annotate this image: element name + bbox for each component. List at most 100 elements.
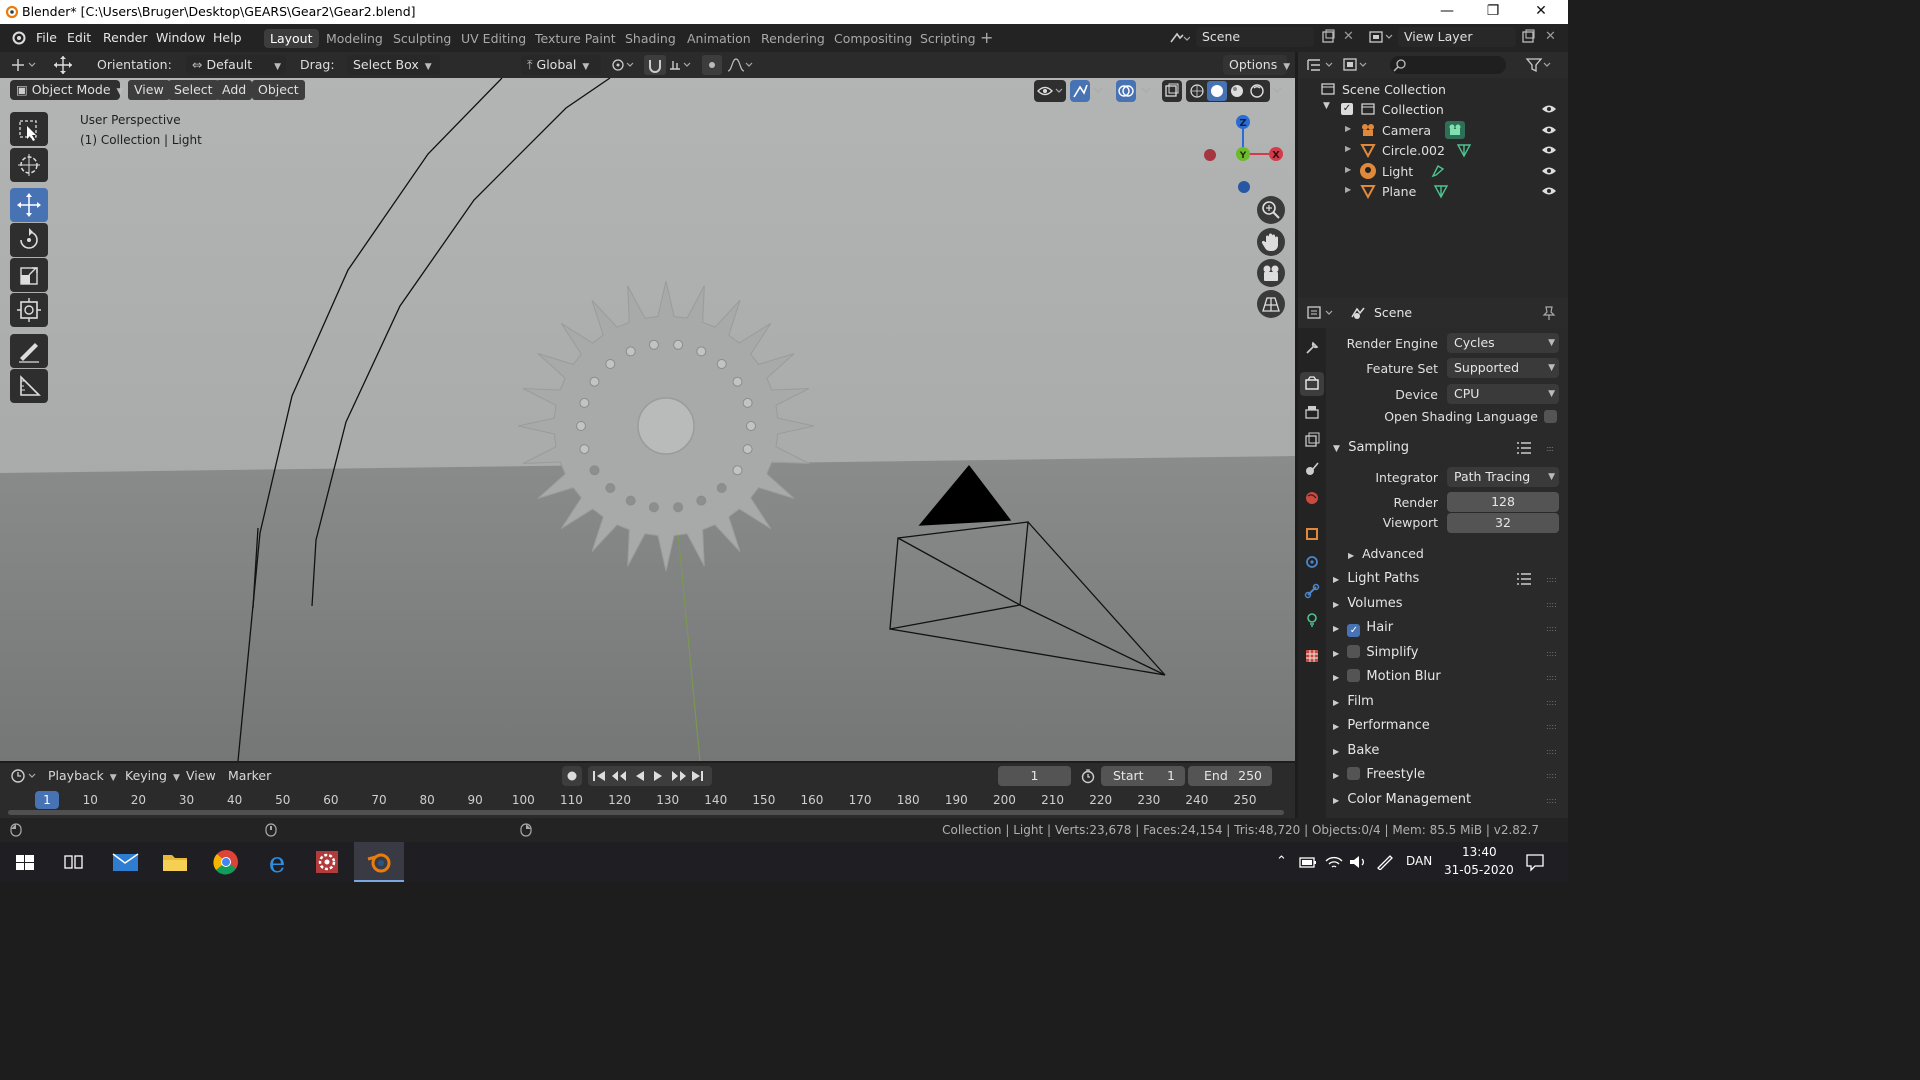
- keying-menu[interactable]: Keying ▼: [125, 768, 180, 783]
- render-samples-field[interactable]: 128: [1447, 492, 1559, 512]
- sampling-presets-icon[interactable]: [1516, 441, 1532, 455]
- panel-performance[interactable]: ▶ Performance: [1333, 718, 1430, 733]
- close-icon[interactable]: ✕: [1518, 0, 1564, 24]
- chrome-icon[interactable]: [200, 842, 250, 882]
- visibility-eye-icon[interactable]: [1541, 124, 1557, 136]
- panel-freestyle[interactable]: ▶ Freestyle: [1333, 767, 1425, 782]
- panel-enable-checkbox[interactable]: [1347, 669, 1361, 682]
- panel-volumes[interactable]: ▶ Volumes: [1333, 596, 1403, 611]
- menu-window[interactable]: Window: [156, 30, 205, 45]
- render-tab-icon[interactable]: [1300, 372, 1324, 396]
- integrator-dropdown[interactable]: Path Tracing ▼: [1447, 467, 1559, 487]
- feature-set-dropdown[interactable]: Supported ▼: [1447, 358, 1559, 378]
- pivot-point-icon[interactable]: [610, 57, 640, 73]
- cursor-tool-icon[interactable]: [10, 148, 48, 182]
- expand-icon[interactable]: ▶: [1333, 747, 1339, 756]
- marker-menu[interactable]: Marker: [228, 768, 271, 783]
- drag-handle-icon[interactable]: ::::: [1546, 444, 1554, 453]
- expand-icon[interactable]: ▶: [1333, 624, 1339, 633]
- gizmo-toggle-icon[interactable]: [1070, 80, 1090, 102]
- visibility-selectability-icon[interactable]: [1034, 80, 1066, 102]
- expand-icon[interactable]: ▶: [1333, 771, 1339, 780]
- mesh-data-icon[interactable]: [1433, 183, 1449, 199]
- display-mode-icon[interactable]: [1342, 57, 1374, 73]
- render-engine-dropdown[interactable]: Cycles ▼: [1447, 333, 1559, 353]
- drag-handle-icon[interactable]: ::::: [1546, 698, 1557, 707]
- panel-bake[interactable]: ▶ Bake: [1333, 743, 1379, 758]
- timeline-editor-type-icon[interactable]: [10, 768, 40, 784]
- device-dropdown[interactable]: CPU ▼: [1447, 384, 1559, 404]
- transform-orientation-dropdown[interactable]: ⤒ Global ▼: [521, 55, 601, 75]
- drag-handle-icon[interactable]: ::::: [1546, 747, 1557, 756]
- mesh-data-icon[interactable]: [1456, 142, 1472, 158]
- proportional-falloff-icon[interactable]: [726, 57, 754, 73]
- menu-edit[interactable]: Edit: [67, 30, 91, 45]
- tab-shading[interactable]: Shading: [619, 29, 682, 48]
- tab-animation[interactable]: Animation: [681, 29, 757, 48]
- playhead[interactable]: 1: [35, 791, 59, 809]
- clock-date[interactable]: 31-05-2020: [1444, 863, 1514, 877]
- xray-toggle-icon[interactable]: [1162, 80, 1182, 102]
- expand-icon[interactable]: ▶: [1345, 124, 1351, 133]
- end-frame-field[interactable]: End 250: [1188, 766, 1272, 786]
- delete-scene-icon[interactable]: ✕: [1343, 29, 1354, 44]
- show-hidden-icons-icon[interactable]: ⌃: [1276, 854, 1287, 869]
- menu-add[interactable]: Add: [216, 80, 253, 100]
- expand-icon[interactable]: ▶: [1333, 649, 1339, 658]
- output-tab-icon[interactable]: [1304, 404, 1320, 420]
- record-icon[interactable]: [562, 766, 582, 786]
- snap-toggle-icon[interactable]: [644, 55, 666, 75]
- tab-sculpting[interactable]: Sculpting: [387, 29, 457, 48]
- mode-dropdown[interactable]: ▣ Object Mode ▼: [10, 80, 123, 100]
- expand-icon[interactable]: ▶: [1333, 698, 1339, 707]
- visibility-eye-icon[interactable]: [1541, 165, 1557, 177]
- timeline-ruler[interactable]: 10 20 30 40 50 60 70 80 90 100 110 120 130 140 150 160 1…: [0, 789, 1295, 818]
- object-tab-icon[interactable]: [1304, 526, 1320, 542]
- tab-scripting[interactable]: Scripting: [914, 29, 982, 48]
- menu-view[interactable]: View: [128, 80, 170, 100]
- expand-icon[interactable]: ▶: [1333, 575, 1339, 584]
- file-explorer-icon[interactable]: [150, 842, 200, 882]
- current-frame-field[interactable]: 1: [998, 766, 1071, 786]
- settings-app-icon[interactable]: [302, 842, 352, 882]
- expand-icon[interactable]: ▶: [1333, 796, 1339, 805]
- rotate-tool-icon[interactable]: [10, 223, 48, 257]
- outliner-item-light[interactable]: ▶ Light: [1298, 161, 1568, 181]
- timeline-scrollbar[interactable]: [8, 810, 1284, 815]
- collapse-icon[interactable]: ▼: [1323, 101, 1330, 111]
- drag-handle-icon[interactable]: ::::: [1546, 575, 1557, 584]
- light-data-icon[interactable]: [1430, 163, 1446, 179]
- transform-tool-icon[interactable]: [10, 293, 48, 327]
- menu-render[interactable]: Render: [103, 30, 148, 45]
- action-center-icon[interactable]: [1524, 852, 1546, 872]
- maximize-icon[interactable]: ❐: [1470, 0, 1516, 24]
- playback-menu[interactable]: Playback ▼: [48, 768, 117, 783]
- scene-name-field[interactable]: Scene: [1196, 27, 1314, 47]
- sampling-panel-header[interactable]: ▼ Sampling: [1333, 440, 1409, 455]
- viewport-samples-field[interactable]: 32: [1447, 513, 1559, 533]
- view-layer-selector-icon[interactable]: [1368, 29, 1396, 45]
- panel-motion-blur[interactable]: ▶ Motion Blur: [1333, 669, 1441, 684]
- texture-tab-icon[interactable]: [1304, 648, 1320, 664]
- panel-film[interactable]: ▶ Film: [1333, 694, 1374, 709]
- panel-hair[interactable]: ▶ ✓ Hair: [1333, 620, 1393, 637]
- scene-selector-icon[interactable]: [1168, 29, 1192, 47]
- 3d-viewport[interactable]: User Perspective (1) Collection | Light: [0, 78, 1295, 761]
- properties-editor-type-icon[interactable]: [1306, 305, 1338, 321]
- clock-time[interactable]: 13:40: [1462, 845, 1497, 859]
- outliner-scene-collection[interactable]: Scene Collection: [1298, 79, 1568, 99]
- camera-data-icon[interactable]: [1445, 121, 1465, 139]
- navigation-gizmo[interactable]: Z Y X: [1200, 110, 1290, 200]
- panel-light-paths[interactable]: ▶ Light Paths: [1333, 571, 1419, 586]
- volume-icon[interactable]: [1348, 854, 1368, 870]
- blender-menu-icon[interactable]: [10, 30, 26, 46]
- outliner-editor-type-icon[interactable]: [1306, 57, 1338, 73]
- edge-browser-icon[interactable]: e: [252, 842, 302, 882]
- expand-icon[interactable]: ▶: [1345, 144, 1351, 153]
- drag-handle-icon[interactable]: ::::: [1546, 771, 1557, 780]
- move-tool-icon[interactable]: [10, 188, 48, 222]
- annotate-tool-icon[interactable]: [10, 334, 48, 368]
- delete-view-layer-icon[interactable]: ✕: [1545, 29, 1556, 44]
- visibility-eye-icon[interactable]: [1541, 103, 1557, 115]
- add-workspace-icon[interactable]: +: [980, 28, 993, 47]
